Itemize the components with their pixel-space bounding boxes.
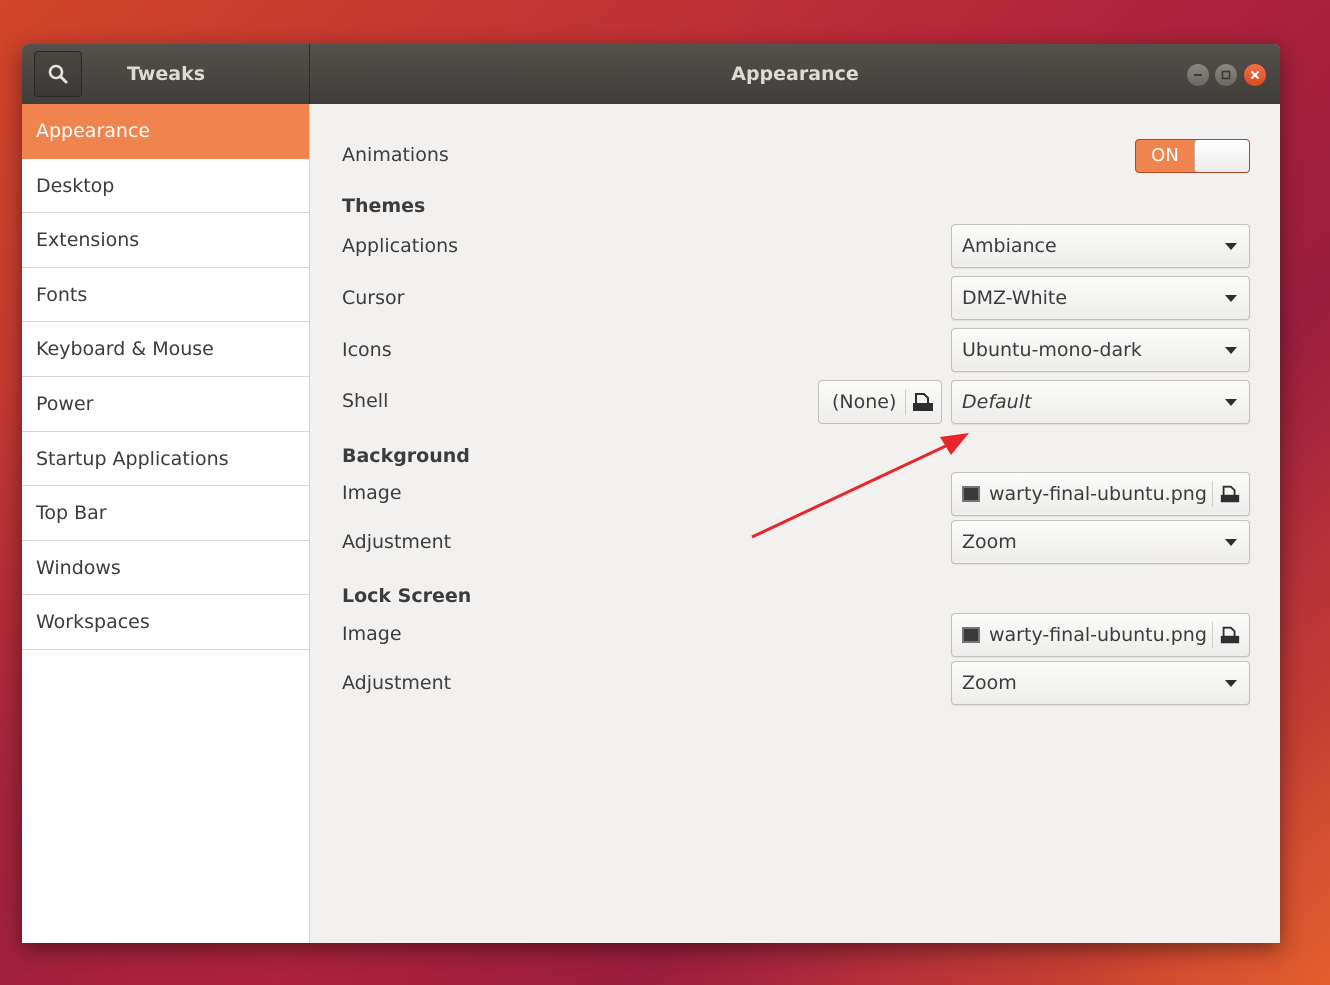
sidebar-item-workspaces[interactable]: Workspaces (22, 595, 309, 650)
applications-label: Applications (342, 235, 459, 257)
button-separator (1212, 622, 1213, 648)
lock-screen-adjustment-label: Adjustment (342, 672, 452, 694)
background-adjustment-select[interactable]: Zoom (951, 520, 1250, 564)
image-thumbnail-icon (962, 627, 980, 643)
chevron-down-icon (1225, 347, 1237, 354)
search-icon (48, 64, 68, 84)
button-separator (1212, 481, 1213, 507)
background-image-chooser[interactable]: warty-final-ubuntu.png (951, 472, 1250, 516)
shell-extension-file-button[interactable]: (None) (818, 380, 942, 424)
cursor-theme-select[interactable]: DMZ-White (951, 276, 1250, 320)
animations-toggle[interactable]: ON (1135, 139, 1250, 173)
lock-screen-adjustment-select[interactable]: Zoom (951, 661, 1250, 705)
lock-screen-image-label: Image (342, 623, 402, 645)
header-bar: Tweaks Appearance (22, 44, 1280, 104)
window-title: Appearance (731, 63, 859, 85)
chevron-down-icon (1225, 680, 1237, 687)
image-thumbnail-icon (962, 486, 980, 502)
header-left-pane: Tweaks (22, 44, 310, 104)
button-separator (905, 389, 906, 415)
sidebar-item-desktop[interactable]: Desktop (22, 159, 309, 214)
background-image-label: Image (342, 482, 402, 504)
sidebar: Appearance Desktop Extensions Fonts Keyb… (22, 104, 310, 943)
applications-theme-select[interactable]: Ambiance (951, 224, 1250, 268)
chevron-down-icon (1225, 243, 1237, 250)
close-button[interactable] (1244, 64, 1266, 86)
chevron-down-icon (1225, 295, 1237, 302)
appearance-panel: Animations ON Themes Applications Ambian… (311, 104, 1280, 943)
search-button[interactable] (34, 51, 82, 97)
maximize-icon (1221, 70, 1231, 80)
shell-theme-value: Default (962, 391, 1032, 413)
cursor-label: Cursor (342, 287, 405, 309)
background-image-filename: warty-final-ubuntu.png (989, 483, 1207, 505)
lock-screen-heading: Lock Screen (342, 585, 472, 607)
sidebar-item-keyboard-mouse[interactable]: Keyboard & Mouse (22, 322, 309, 377)
shell-theme-select[interactable]: Default (951, 380, 1250, 424)
icons-theme-select[interactable]: Ubuntu-mono-dark (951, 328, 1250, 372)
chevron-down-icon (1225, 399, 1237, 406)
sidebar-item-fonts[interactable]: Fonts (22, 268, 309, 323)
tweaks-window: Tweaks Appearance Appearance Desktop Ext… (22, 44, 1280, 943)
toggle-on-label: ON (1151, 145, 1179, 166)
sidebar-item-extensions[interactable]: Extensions (22, 213, 309, 268)
icons-theme-value: Ubuntu-mono-dark (962, 339, 1142, 361)
chevron-down-icon (1225, 539, 1237, 546)
shell-file-value: (None) (832, 391, 897, 413)
background-heading: Background (342, 445, 470, 467)
sidebar-item-windows[interactable]: Windows (22, 541, 309, 596)
shell-label: Shell (342, 390, 389, 412)
document-open-icon (913, 393, 933, 411)
maximize-button[interactable] (1215, 64, 1237, 86)
toggle-knob[interactable] (1194, 140, 1249, 172)
icons-label: Icons (342, 339, 392, 361)
lock-screen-adjustment-value: Zoom (962, 672, 1017, 694)
sidebar-item-power[interactable]: Power (22, 377, 309, 432)
document-open-icon (1220, 485, 1240, 503)
lock-screen-image-filename: warty-final-ubuntu.png (989, 624, 1207, 646)
background-adjustment-value: Zoom (962, 531, 1017, 553)
animations-label: Animations (342, 144, 449, 166)
sidebar-item-appearance[interactable]: Appearance (22, 104, 309, 159)
cursor-theme-value: DMZ-White (962, 287, 1068, 309)
applications-theme-value: Ambiance (962, 235, 1057, 257)
minimize-icon (1194, 74, 1202, 76)
sidebar-item-startup-applications[interactable]: Startup Applications (22, 432, 309, 487)
themes-heading: Themes (342, 195, 426, 217)
lock-screen-image-chooser[interactable]: warty-final-ubuntu.png (951, 613, 1250, 657)
sidebar-item-top-bar[interactable]: Top Bar (22, 486, 309, 541)
close-icon (1250, 70, 1260, 80)
app-title: Tweaks (127, 63, 206, 85)
document-open-icon (1220, 626, 1240, 644)
background-adjustment-label: Adjustment (342, 531, 452, 553)
minimize-button[interactable] (1187, 64, 1209, 86)
